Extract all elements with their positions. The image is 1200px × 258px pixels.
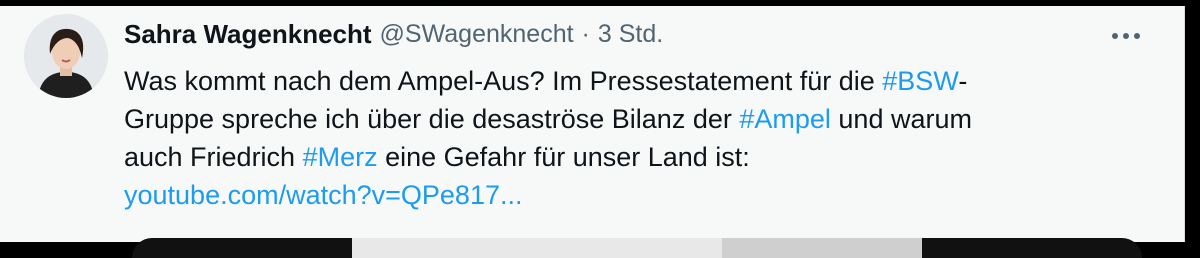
tweet-text-line: Gruppe spreche ich über die desaströse B… — [124, 100, 1124, 138]
text-segment: Gruppe spreche ich über die desaströse B… — [124, 104, 740, 134]
media-preview[interactable] — [132, 238, 1142, 258]
media-thumbnail-region — [722, 238, 922, 258]
author-handle[interactable]: @SWagenknecht — [380, 20, 574, 49]
tweet-card[interactable]: Sahra Wagenknecht @SWagenknecht · 3 Std.… — [0, 6, 1185, 258]
tweet-text: Was kommt nach dem Ampel-Aus? Im Presses… — [124, 62, 1124, 214]
avatar[interactable] — [24, 14, 108, 98]
tweet-text-line: youtube.com/watch?v=QPe817... — [124, 176, 1124, 214]
avatar-image — [24, 14, 108, 98]
more-options-button[interactable] — [1106, 24, 1146, 48]
text-segment: Was kommt nach dem Ampel-Aus? Im Presses… — [124, 66, 883, 96]
tweet-timestamp[interactable]: 3 Std. — [598, 20, 663, 49]
separator-dot: · — [581, 19, 590, 48]
screen: Sahra Wagenknecht @SWagenknecht · 3 Std.… — [0, 0, 1200, 258]
media-thumbnail-region — [352, 238, 722, 258]
tweet-text-line: Was kommt nach dem Ampel-Aus? Im Presses… — [124, 62, 1124, 100]
text-segment: eine Gefahr für unser Land ist: — [377, 142, 750, 172]
text-segment: auch Friedrich — [124, 142, 303, 172]
hashtag-ampel[interactable]: #Ampel — [739, 104, 831, 134]
tweet-text-line: auch Friedrich #Merz eine Gefahr für uns… — [124, 138, 1124, 176]
more-horizontal-icon — [1112, 33, 1140, 39]
youtube-link[interactable]: youtube.com/watch?v=QPe817... — [124, 180, 523, 210]
text-segment: - — [958, 66, 968, 96]
hashtag-bsw[interactable]: #BSW — [882, 66, 958, 96]
text-segment: und warum — [830, 104, 972, 134]
author-name[interactable]: Sahra Wagenknecht — [124, 19, 372, 50]
tweet-header: Sahra Wagenknecht @SWagenknecht · 3 Std. — [124, 16, 663, 52]
hashtag-merz[interactable]: #Merz — [303, 142, 378, 172]
